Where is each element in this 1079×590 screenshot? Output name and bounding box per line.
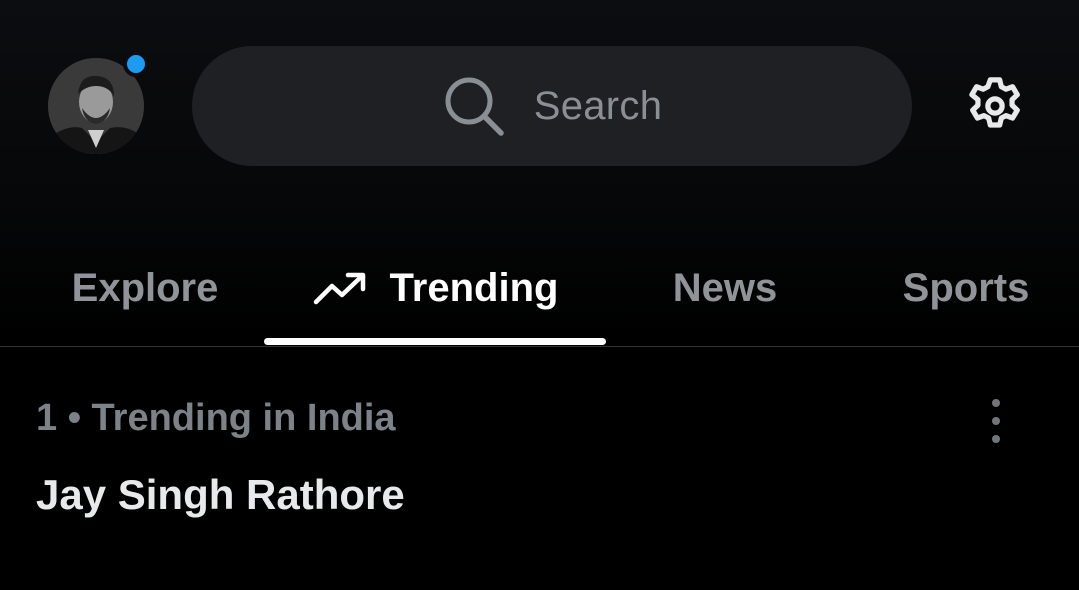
profile-avatar-button[interactable] bbox=[48, 51, 149, 154]
trend-list-item[interactable]: 1 • Trending in India Jay Singh Rathore bbox=[0, 347, 1079, 590]
tab-label: Sports bbox=[902, 265, 1030, 310]
tab-trending[interactable]: Trending bbox=[264, 230, 606, 346]
tab-label: Trending bbox=[389, 265, 559, 310]
search-icon bbox=[445, 77, 504, 136]
notification-dot bbox=[123, 51, 149, 77]
explore-screen: Search Explore Trending News Sports 1 • … bbox=[0, 0, 1079, 590]
explore-tabs: Explore Trending News Sports bbox=[0, 230, 1079, 347]
tab-label: News bbox=[672, 265, 778, 310]
tab-sports[interactable]: Sports bbox=[868, 230, 1064, 346]
trending-up-icon bbox=[313, 272, 365, 305]
dot bbox=[992, 399, 1000, 407]
trend-title: Jay Singh Rathore bbox=[36, 471, 405, 518]
search-placeholder: Search bbox=[533, 83, 663, 128]
tab-explore[interactable]: Explore bbox=[40, 230, 250, 346]
search-bar[interactable]: Search bbox=[192, 46, 912, 166]
tab-label: Explore bbox=[71, 265, 219, 310]
more-vertical-icon[interactable] bbox=[976, 399, 1016, 443]
tab-news[interactable]: News bbox=[630, 230, 820, 346]
dot bbox=[992, 435, 1000, 443]
dot bbox=[992, 417, 1000, 425]
trend-context: 1 • Trending in India bbox=[36, 397, 396, 439]
gear-icon[interactable] bbox=[962, 73, 1028, 139]
active-tab-indicator bbox=[264, 338, 606, 345]
